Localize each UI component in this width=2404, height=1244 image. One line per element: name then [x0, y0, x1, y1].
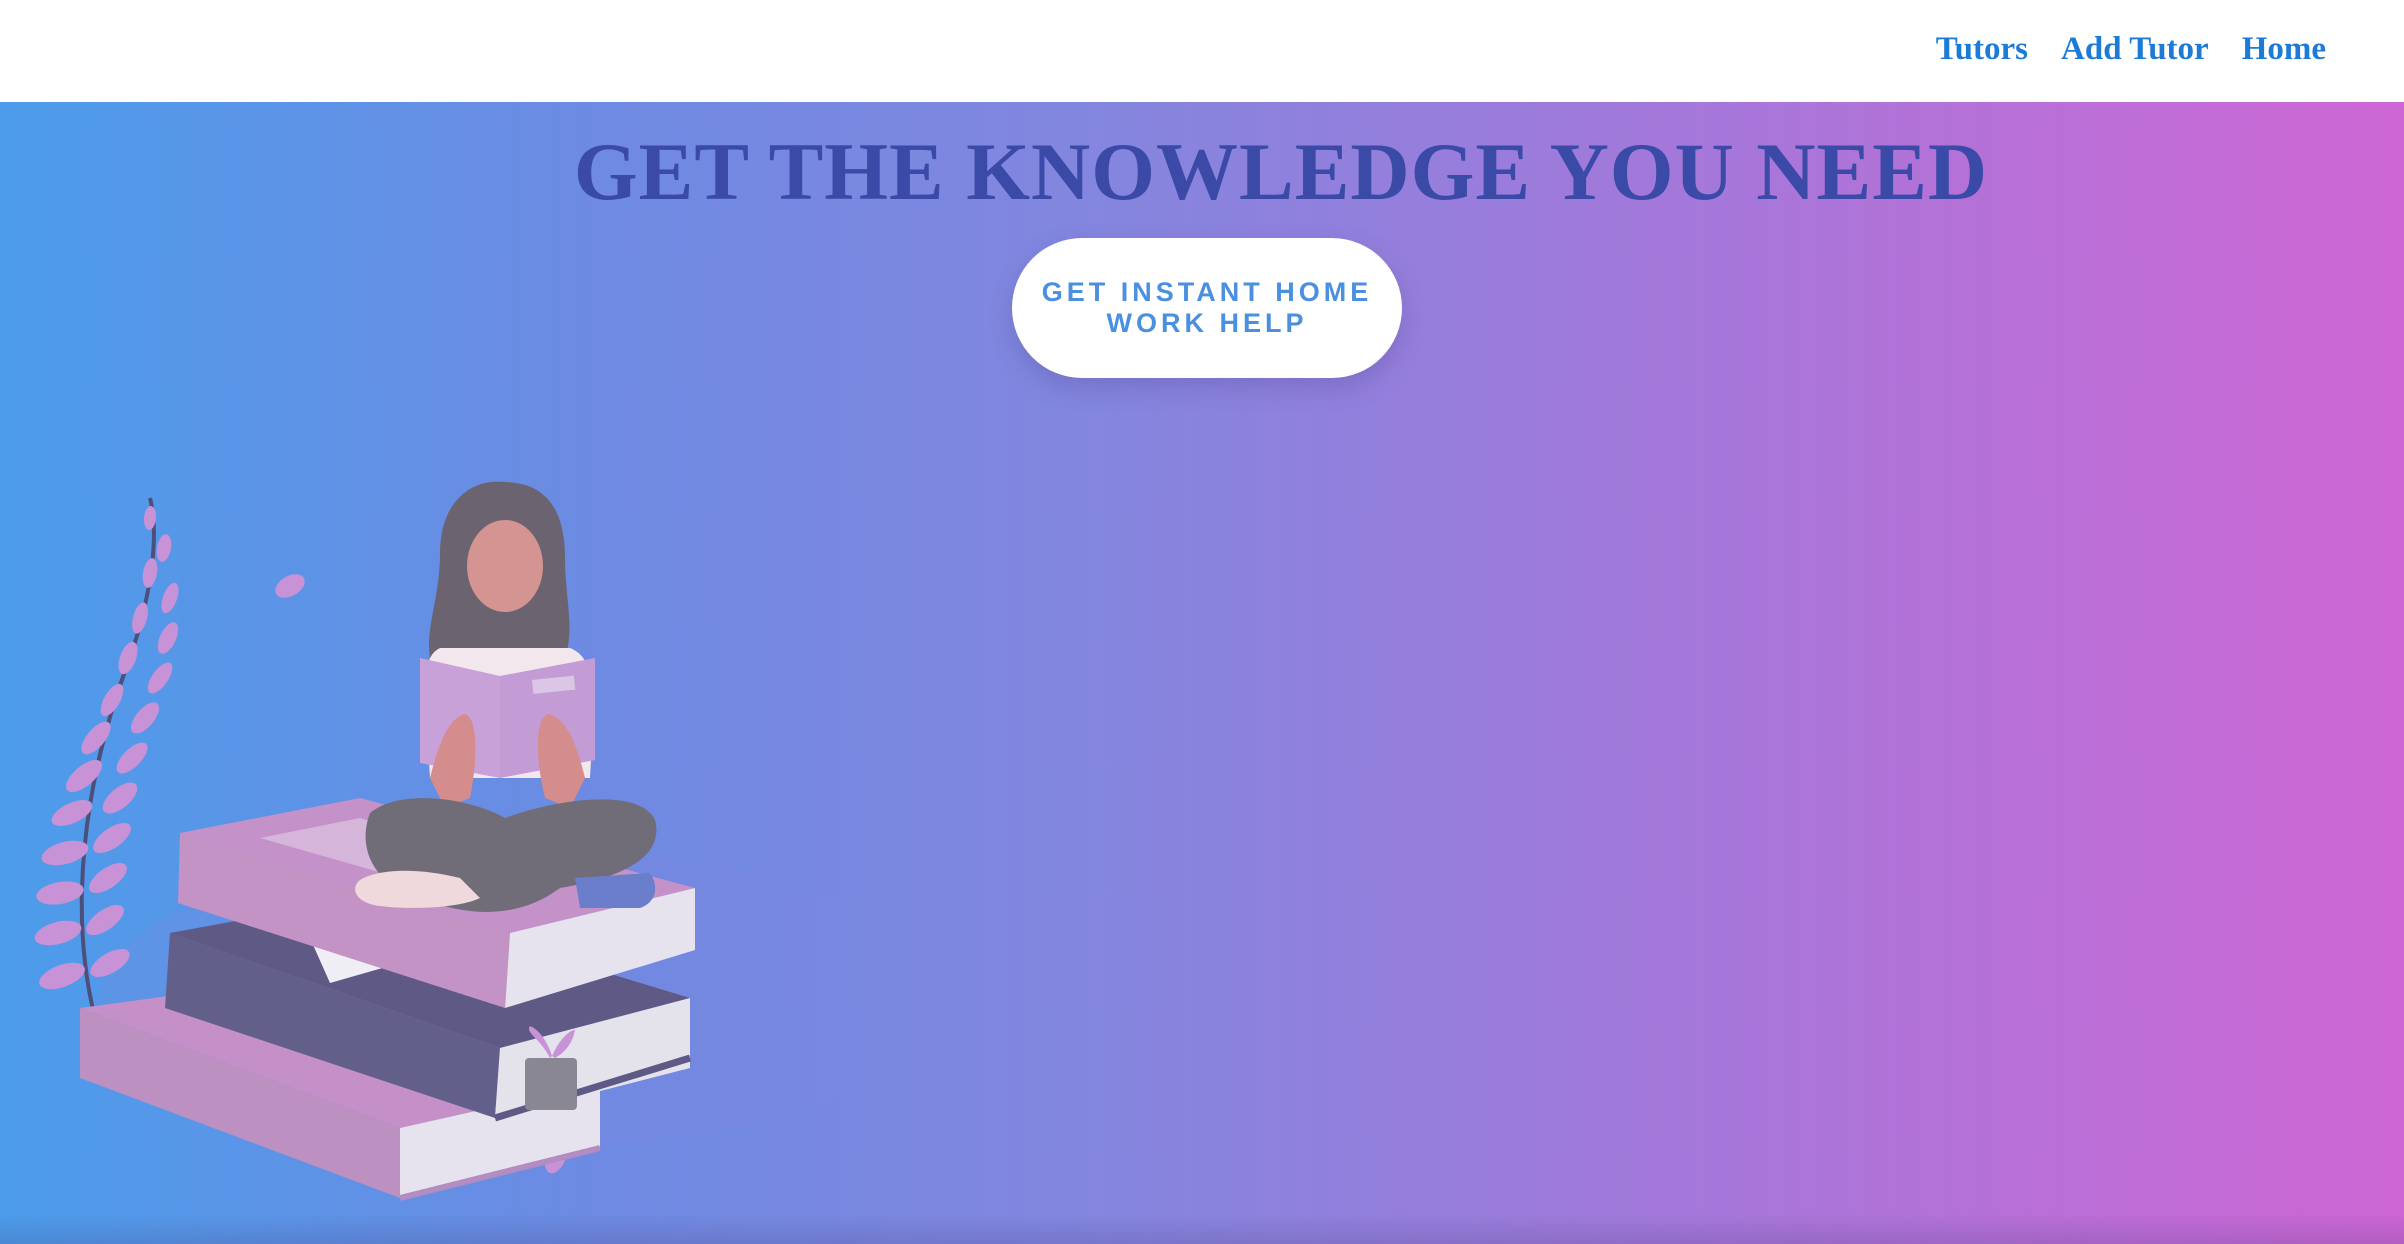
- leaf-icon: [275, 574, 305, 598]
- nav-link-add-tutor[interactable]: Add Tutor: [2061, 26, 2209, 72]
- navbar: Tutors Add Tutor Home: [0, 0, 2404, 102]
- hero-section: GET THE KNOWLEDGE YOU NEED GET INSTANT H…: [0, 102, 2404, 1244]
- nav-link-home[interactable]: Home: [2242, 26, 2326, 72]
- nav-links: Tutors Add Tutor Home: [1936, 26, 2326, 72]
- get-homework-help-button[interactable]: GET INSTANT HOME WORK HELP: [1012, 238, 1402, 378]
- woman-reading-icon: [355, 481, 657, 912]
- cta-label: GET INSTANT HOME WORK HELP: [1041, 277, 1373, 338]
- hero-title: GET THE KNOWLEDGE YOU NEED: [573, 126, 1989, 217]
- hero-bottom-shade: [0, 1214, 2404, 1244]
- nav-link-tutors[interactable]: Tutors: [1936, 26, 2028, 72]
- woman-reading-on-books-illustration: [34, 481, 940, 1201]
